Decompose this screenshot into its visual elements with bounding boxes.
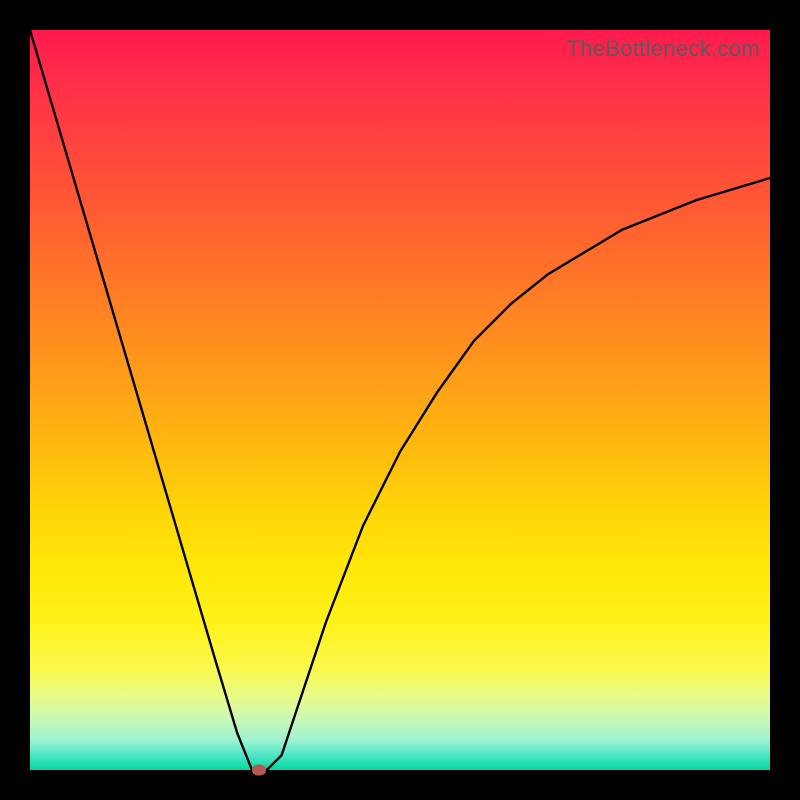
optimum-marker: [252, 765, 266, 776]
bottleneck-curve: [30, 30, 770, 770]
chart-frame: TheBottleneck.com: [0, 0, 800, 800]
plot-area: TheBottleneck.com: [30, 30, 770, 770]
curve-path: [30, 30, 770, 770]
